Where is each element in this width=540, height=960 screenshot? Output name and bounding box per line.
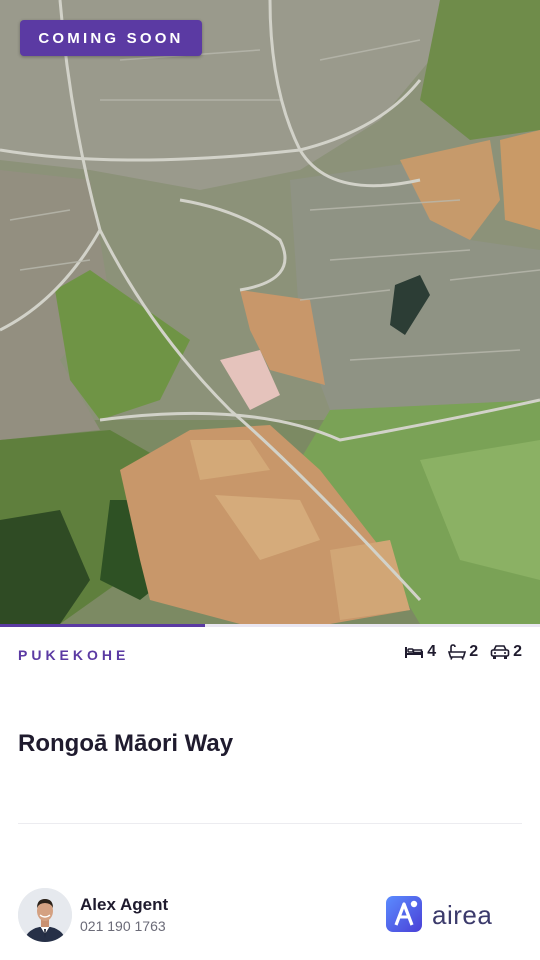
bathrooms-feature: 2 [448, 643, 478, 661]
agent-card[interactable]: Alex Agent 021 190 1763 [18, 888, 168, 942]
listing-address[interactable]: Rongoā Māori Way [18, 730, 233, 758]
agent-name: Alex Agent [80, 895, 169, 914]
bathrooms-count: 2 [469, 643, 479, 660]
status-badge-label: COMING SOON [38, 29, 184, 47]
car-icon [490, 645, 510, 659]
parking-feature: 2 [490, 643, 522, 661]
gallery-progress-fill [0, 624, 206, 627]
parking-count: 2 [513, 643, 522, 660]
bed-icon [405, 647, 424, 658]
agent-phone[interactable]: 021 190 1763 [80, 916, 168, 936]
bath-icon [448, 644, 467, 660]
agent-avatar [18, 888, 72, 942]
divider [18, 823, 522, 824]
property-features: 4 2 2 [404, 643, 522, 661]
aerial-map-image [0, 0, 540, 624]
brand-name: airea [432, 899, 493, 930]
agent-photo-icon [18, 888, 72, 942]
suburb-label: PUKEKOHE [18, 647, 130, 663]
hero-aerial-image[interactable]: COMING SOON [0, 0, 540, 624]
brand-logo: airea [386, 896, 492, 934]
bedrooms-count: 4 [427, 643, 437, 660]
coming-soon-badge: COMING SOON [20, 20, 202, 56]
gallery-progress-bar [0, 624, 540, 627]
airea-logo-icon [386, 896, 422, 932]
bedrooms-feature: 4 [404, 643, 436, 661]
